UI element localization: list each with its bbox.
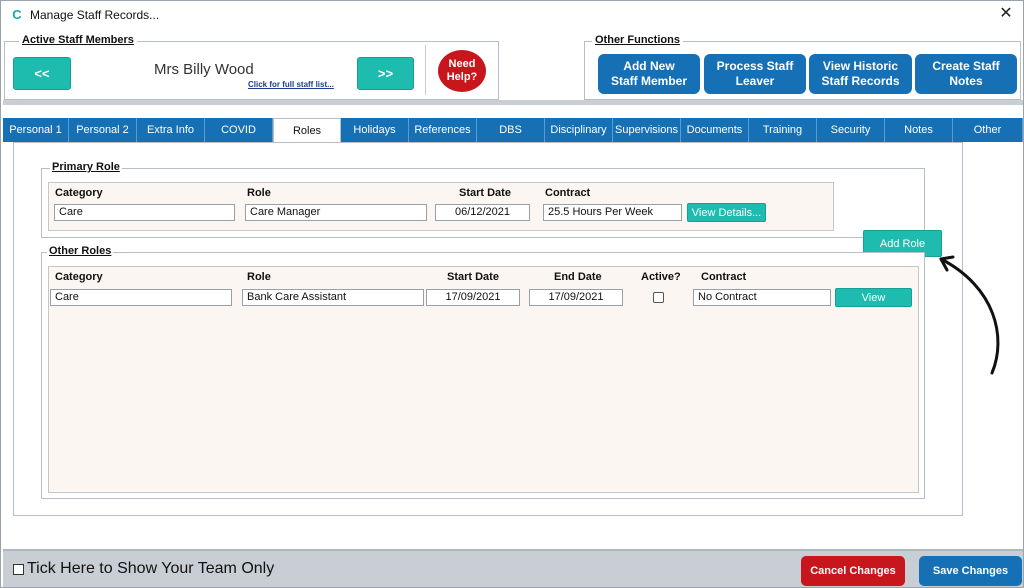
process-staff-leaver-button[interactable]: Process Staff Leaver bbox=[704, 54, 806, 94]
help-line1: Need bbox=[448, 58, 476, 70]
app-logo-icon: C bbox=[12, 7, 22, 22]
cancel-changes-button[interactable]: Cancel Changes bbox=[801, 556, 905, 586]
save-changes-button[interactable]: Save Changes bbox=[919, 556, 1022, 586]
view-details-button[interactable]: View Details... bbox=[687, 203, 766, 222]
tab-dbs[interactable]: DBS bbox=[477, 118, 545, 142]
tab-disciplinary[interactable]: Disciplinary bbox=[545, 118, 613, 142]
next-staff-button[interactable]: >> bbox=[357, 57, 414, 90]
primary-category-header: Category bbox=[55, 187, 103, 199]
header-separator bbox=[3, 100, 1023, 105]
tab-other[interactable]: Other bbox=[953, 118, 1023, 142]
button-line: Notes bbox=[949, 74, 983, 88]
primary-role-title: Primary Role bbox=[50, 161, 122, 173]
other-role-name-field[interactable]: Bank Care Assistant bbox=[242, 289, 424, 306]
primary-role-field[interactable]: Care Manager bbox=[245, 204, 427, 221]
tab-training[interactable]: Training bbox=[749, 118, 817, 142]
other-start-date-header: Start Date bbox=[447, 271, 499, 283]
tab-notes[interactable]: Notes bbox=[885, 118, 953, 142]
other-roles-title: Other Roles bbox=[47, 245, 114, 257]
add-new-staff-button[interactable]: Add New Staff Member bbox=[598, 54, 700, 94]
other-role-contract-field[interactable]: No Contract bbox=[693, 289, 831, 306]
primary-role-header: Role bbox=[247, 187, 271, 199]
tab-covid[interactable]: COVID bbox=[205, 118, 273, 142]
button-line: Staff Records bbox=[821, 74, 900, 88]
manage-staff-window: C Manage Staff Records... ✕ Active Staff… bbox=[0, 0, 1024, 588]
tab-holidays[interactable]: Holidays bbox=[341, 118, 409, 142]
button-line: Process Staff bbox=[716, 59, 794, 73]
other-role-start-date-field[interactable]: 17/09/2021 bbox=[426, 289, 520, 306]
tab-extra-info[interactable]: Extra Info bbox=[137, 118, 205, 142]
need-help-button[interactable]: Need Help? bbox=[438, 50, 486, 92]
tab-roles[interactable]: Roles bbox=[273, 118, 341, 142]
button-line: Staff Member bbox=[610, 74, 687, 88]
primary-contract-field[interactable]: 25.5 Hours Per Week bbox=[543, 204, 682, 221]
close-icon[interactable]: ✕ bbox=[997, 5, 1015, 23]
button-line: View Historic bbox=[822, 59, 899, 73]
team-only-label: Tick Here to Show Your Team Only bbox=[27, 560, 275, 577]
other-role-end-date-field[interactable]: 17/09/2021 bbox=[529, 289, 623, 306]
primary-start-date-header: Start Date bbox=[459, 187, 511, 199]
other-active-header: Active? bbox=[641, 271, 681, 283]
create-staff-notes-button[interactable]: Create Staff Notes bbox=[915, 54, 1017, 94]
tab-bar: Personal 1 Personal 2 Extra Info COVID R… bbox=[3, 118, 1023, 142]
button-line: Leaver bbox=[735, 74, 775, 88]
primary-contract-header: Contract bbox=[545, 187, 591, 199]
window-title: Manage Staff Records... bbox=[30, 8, 160, 22]
button-line: Add New bbox=[623, 59, 675, 73]
group-divider bbox=[425, 45, 426, 95]
tab-security[interactable]: Security bbox=[817, 118, 885, 142]
tab-personal-2[interactable]: Personal 2 bbox=[69, 118, 137, 142]
staff-name: Mrs Billy Wood bbox=[154, 61, 254, 78]
team-only-checkbox[interactable] bbox=[13, 564, 24, 575]
button-line: Create Staff bbox=[932, 59, 1000, 73]
tab-references[interactable]: References bbox=[409, 118, 477, 142]
other-role-active-checkbox[interactable] bbox=[653, 292, 664, 303]
annotation-arrow bbox=[939, 255, 1000, 375]
view-historic-records-button[interactable]: View Historic Staff Records bbox=[809, 54, 912, 94]
help-line2: Help? bbox=[446, 71, 478, 83]
other-role-view-button[interactable]: View bbox=[835, 288, 912, 307]
tab-personal-1[interactable]: Personal 1 bbox=[3, 118, 69, 142]
active-staff-title: Active Staff Members bbox=[19, 34, 137, 46]
tab-supervisions[interactable]: Supervisions bbox=[613, 118, 681, 142]
full-staff-list-link[interactable]: Click for full staff list... bbox=[248, 80, 334, 89]
other-role-header: Role bbox=[247, 271, 271, 283]
primary-start-date-field[interactable]: 06/12/2021 bbox=[435, 204, 530, 221]
other-category-header: Category bbox=[55, 271, 103, 283]
other-functions-title: Other Functions bbox=[592, 34, 683, 46]
prev-staff-button[interactable]: << bbox=[13, 57, 71, 90]
title-bar: C Manage Staff Records... ✕ bbox=[1, 1, 1023, 29]
other-role-category-field[interactable]: Care bbox=[50, 289, 232, 306]
tab-documents[interactable]: Documents bbox=[681, 118, 749, 142]
other-contract-header: Contract bbox=[701, 271, 747, 283]
other-end-date-header: End Date bbox=[554, 271, 602, 283]
primary-category-field[interactable]: Care bbox=[54, 204, 235, 221]
